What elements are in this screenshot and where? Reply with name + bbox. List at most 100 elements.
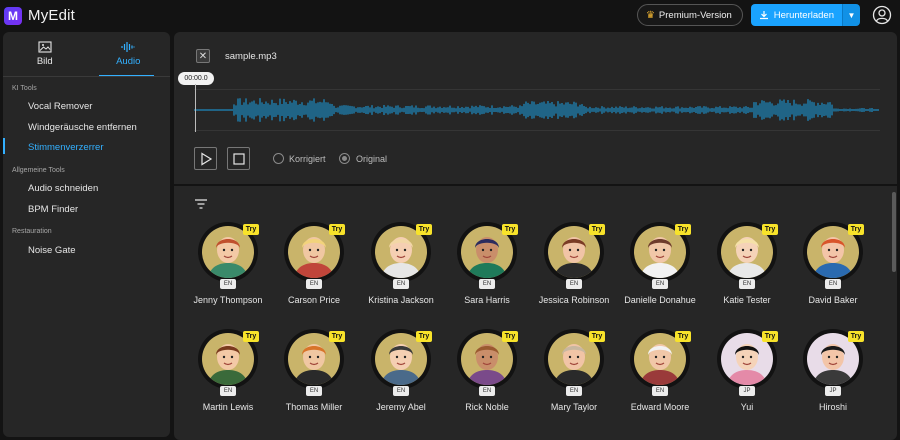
audio-player-panel: ✕ sample.mp3 00:00.0 Korrigiert Original [174,32,897,184]
play-button[interactable] [194,147,217,170]
try-badge[interactable]: Try [848,331,864,342]
voice-card[interactable]: Try EN Jeremy Abel [357,329,445,429]
language-badge: EN [220,279,236,289]
voice-card[interactable]: Try EN Danielle Donahue [616,222,704,322]
voice-name: Katie Tester [723,295,771,305]
language-badge: EN [652,386,668,396]
language-badge: JP [825,386,841,396]
image-icon [38,41,52,53]
radio-korrigiert[interactable] [273,153,284,164]
download-button-group: Herunterladen ▼ [750,4,860,26]
tab-audio[interactable]: Audio [87,32,171,76]
crown-icon: ♛ [645,9,655,21]
voice-card[interactable]: Try EN Jessica Robinson [530,222,618,322]
voice-name: Kristina Jackson [368,295,434,305]
try-badge[interactable]: Try [243,224,259,235]
download-button[interactable]: Herunterladen [750,4,842,26]
voice-card[interactable]: Try EN Kristina Jackson [357,222,445,322]
try-badge[interactable]: Try [762,224,778,235]
stop-button[interactable] [227,147,250,170]
try-badge[interactable]: Try [416,331,432,342]
language-badge: EN [479,386,495,396]
language-badge: EN [393,279,409,289]
voice-card[interactable]: Try EN Edward Moore [616,329,704,429]
voice-name: Martin Lewis [202,402,254,412]
user-account-icon[interactable] [872,5,892,25]
try-badge[interactable]: Try [502,331,518,342]
voice-card[interactable]: Try EN Thomas Miller [270,329,358,429]
try-badge[interactable]: Try [589,224,605,235]
top-bar: M MyEdit ♛ Premium-Version Herunterladen… [0,0,900,31]
voice-card[interactable]: Try EN Martin Lewis [184,329,272,429]
app-logo[interactable]: M MyEdit [4,6,75,25]
voice-name: Hiroshi [818,402,847,412]
sidebar-item-noise-gate[interactable]: Noise Gate [28,245,76,256]
voice-name: Thomas Miller [285,402,343,412]
voice-card[interactable]: Try EN Mary Taylor [530,329,618,429]
download-options-button[interactable]: ▼ [842,4,860,26]
sidebar: Bild Audio KI Tools Vocal Remover Windge… [3,32,170,437]
section-title-ki-tools: KI Tools [12,85,37,92]
language-badge: EN [566,386,582,396]
voice-name: Rick Noble [465,402,509,412]
sidebar-item-windgeraeusche[interactable]: Windgeräusche entfernen [28,122,137,133]
radio-korrigiert-label: Korrigiert [289,154,326,164]
filter-icon[interactable] [194,198,208,210]
play-icon [200,151,212,166]
voice-card[interactable]: Try EN Sara Harris [443,222,531,322]
voice-card[interactable]: Try EN David Baker [789,222,877,322]
sidebar-item-bpm-finder[interactable]: BPM Finder [28,204,78,215]
radio-original[interactable] [339,153,350,164]
voice-name: Jeremy Abel [376,402,426,412]
time-indicator: 00:00.0 [178,72,214,85]
language-badge: JP [739,386,755,396]
voice-name: Danielle Donahue [624,295,696,305]
voice-card[interactable]: Try EN Jenny Thompson [184,222,272,322]
try-badge[interactable]: Try [329,224,345,235]
logo-mark-icon: M [4,6,22,25]
close-icon: ✕ [198,50,208,62]
voice-name: Yui [740,402,754,412]
try-badge[interactable]: Try [416,224,432,235]
try-badge[interactable]: Try [848,224,864,235]
premium-button[interactable]: ♛ Premium-Version [636,4,743,26]
scrollbar[interactable] [892,192,896,272]
try-badge[interactable]: Try [329,331,345,342]
stop-icon [232,152,245,165]
waveform-area[interactable] [193,89,880,131]
file-name: sample.mp3 [225,51,277,62]
voice-card[interactable]: Try EN Katie Tester [703,222,791,322]
voice-card[interactable]: Try EN Carson Price [270,222,358,322]
radio-original-label: Original [356,154,388,164]
try-badge[interactable]: Try [762,331,778,342]
tab-bild[interactable]: Bild [3,32,87,76]
top-actions: ♛ Premium-Version Herunterladen ▼ [636,4,892,26]
language-badge: EN [825,279,841,289]
try-badge[interactable]: Try [589,331,605,342]
language-badge: EN [652,279,668,289]
voice-card[interactable]: Try JP Yui [703,329,791,429]
language-badge: EN [393,386,409,396]
playhead[interactable] [195,84,196,132]
language-badge: EN [306,386,322,396]
try-badge[interactable]: Try [243,331,259,342]
language-badge: EN [306,279,322,289]
voice-name: Mary Taylor [550,402,598,412]
voice-card[interactable]: Try JP Hiroshi [789,329,877,429]
premium-label: Premium-Version [658,9,732,21]
voice-list-panel: Try EN Jenny Thompson Try EN Carson Price Try E… [174,186,897,440]
active-item-indicator [3,138,5,154]
sidebar-item-stimmenverzerrer[interactable]: Stimmenverzerrer [28,142,104,153]
sidebar-item-audio-schneiden[interactable]: Audio schneiden [28,183,98,194]
voice-card[interactable]: Try EN Rick Noble [443,329,531,429]
chevron-down-icon: ▼ [847,10,856,20]
sidebar-tabs: Bild Audio [3,32,170,76]
waveform [193,98,879,122]
language-badge: EN [220,386,236,396]
sidebar-divider [3,76,170,77]
try-badge[interactable]: Try [502,224,518,235]
close-file-button[interactable]: ✕ [196,49,210,63]
try-badge[interactable]: Try [675,331,691,342]
try-badge[interactable]: Try [675,224,691,235]
sidebar-item-vocal-remover[interactable]: Vocal Remover [28,101,92,112]
